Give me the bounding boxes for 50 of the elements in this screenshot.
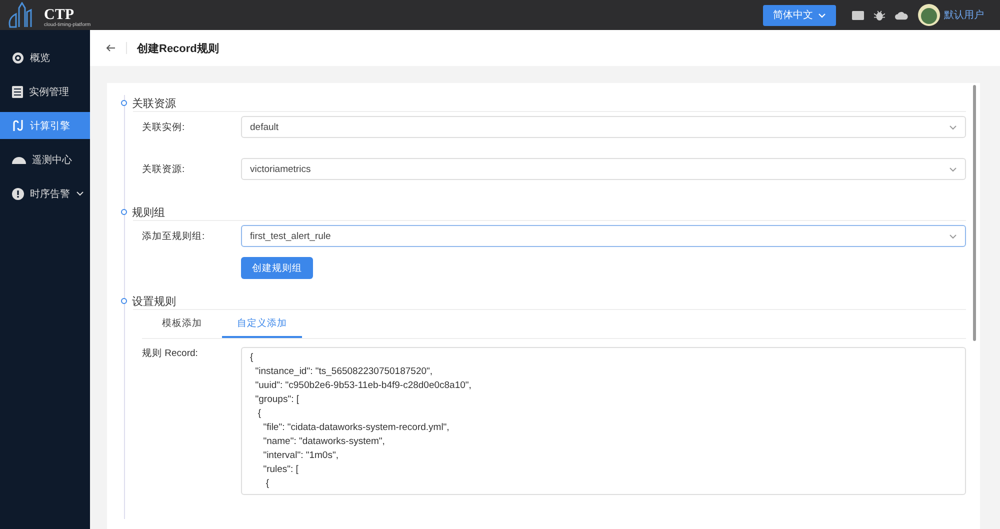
chevron-icon: [949, 124, 957, 130]
code-line: "uuid": "c950b2e6-9b53-11eb-b4f9-c28d0e0c8a10",: [254, 379, 472, 393]
gauge-icon: [12, 155, 26, 164]
nav-item[interactable]: 概览: [0, 44, 90, 71]
branch-icon: [12, 119, 24, 132]
code-line: "file": "cidata-dataworks-system-record.yml",: [262, 421, 450, 435]
logo-title: CTP: [44, 8, 74, 23]
select-field[interactable]: default: [241, 116, 966, 138]
section-title: 设置规则: [132, 294, 176, 308]
code-line: {: [264, 477, 270, 491]
code-line: "rules": [: [262, 463, 300, 477]
code-line: "interval": "1m0s",: [262, 449, 340, 463]
caret-icon: [818, 12, 826, 18]
tab[interactable]: 模板添加: [142, 310, 222, 338]
language-dropdown[interactable]: 简体中文: [763, 4, 836, 26]
code-line: {: [256, 407, 262, 421]
document-icon: [12, 86, 23, 98]
timeline-dot: [121, 298, 127, 304]
code-line: "groups": [: [254, 393, 300, 407]
target-icon: [12, 52, 24, 64]
field-label: 关联实例:: [142, 120, 186, 134]
section-title: 规则组: [132, 206, 165, 220]
user-name[interactable]: 默认用户: [944, 8, 984, 22]
code-line: "name": "dataworks-system",: [262, 435, 386, 449]
code-line: "instance_id": "ts_565082230750187520",: [254, 365, 434, 379]
select-field[interactable]: victoriametrics: [241, 158, 966, 180]
nav-item[interactable]: 实例管理: [0, 78, 90, 105]
nav-item[interactable]: 时序告警: [0, 180, 90, 207]
bug-icon[interactable]: [874, 10, 885, 20]
field-label: 规则 Record:: [142, 347, 199, 360]
section-title: 关联资源: [132, 96, 176, 110]
folder-icon[interactable]: [852, 10, 864, 20]
cloud-icon[interactable]: [895, 10, 908, 20]
alert-icon: [12, 188, 24, 200]
page-title: 创建Record规则: [137, 42, 219, 56]
timeline-dot: [121, 100, 127, 106]
select-field[interactable]: first_test_alert_rule: [241, 225, 966, 247]
scrollbar[interactable]: [973, 85, 976, 341]
field-label: 关联资源:: [142, 162, 186, 176]
field-label: 添加至规则组:: [142, 230, 206, 242]
avatar[interactable]: [918, 4, 940, 26]
nav-item[interactable]: 遥测中心: [0, 146, 90, 173]
nav-item[interactable]: 计算引擎: [0, 112, 90, 139]
create-group-button[interactable]: 创建规则组: [241, 257, 313, 279]
timeline-dot: [121, 209, 127, 215]
chevron-icon: [949, 166, 957, 172]
tab[interactable]: 自定义添加: [222, 310, 302, 338]
back-arrow-icon[interactable]: [106, 44, 116, 52]
code-line: {: [250, 351, 254, 365]
chevron-icon: [949, 234, 957, 238]
